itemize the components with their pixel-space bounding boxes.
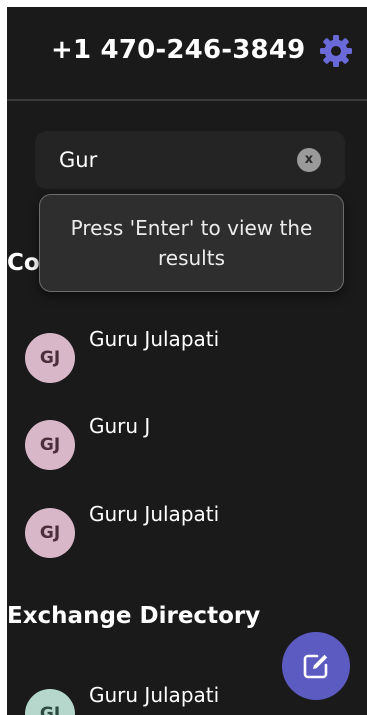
avatar: GJ <box>25 508 75 558</box>
contacts-section-title: Co <box>7 250 40 276</box>
header-divider <box>7 99 367 101</box>
phone-number: +1 470-246-3849 <box>51 35 306 65</box>
app-screen: +1 470-246-3849 x Co Press 'Enter' to vi… <box>7 7 367 715</box>
header: +1 470-246-3849 <box>7 7 367 99</box>
avatar: GJ <box>25 420 75 470</box>
contact-name: Guru Julapati <box>89 502 220 526</box>
clear-search-button[interactable]: x <box>297 148 321 172</box>
contact-name: Guru Julapati <box>89 683 220 707</box>
exchange-directory-title: Exchange Directory <box>7 603 261 629</box>
tooltip-text: Press 'Enter' to view the results <box>70 216 313 270</box>
search-hint-tooltip: Press 'Enter' to view the results <box>39 194 344 292</box>
search-box: x <box>35 131 345 189</box>
contact-name: Guru J <box>89 414 151 438</box>
avatar: GJ <box>25 333 75 383</box>
contact-list-item[interactable]: GJ Guru Julapati <box>7 327 367 387</box>
compose-icon <box>303 654 328 679</box>
search-input[interactable] <box>59 145 279 175</box>
compose-button[interactable] <box>282 632 350 700</box>
gear-icon[interactable] <box>319 34 353 68</box>
contact-name: Guru Julapati <box>89 327 220 351</box>
avatar: GJ <box>25 689 75 715</box>
contact-list-item[interactable]: GJ Guru J <box>7 414 367 474</box>
contact-list-item[interactable]: GJ Guru Julapati <box>7 502 367 562</box>
